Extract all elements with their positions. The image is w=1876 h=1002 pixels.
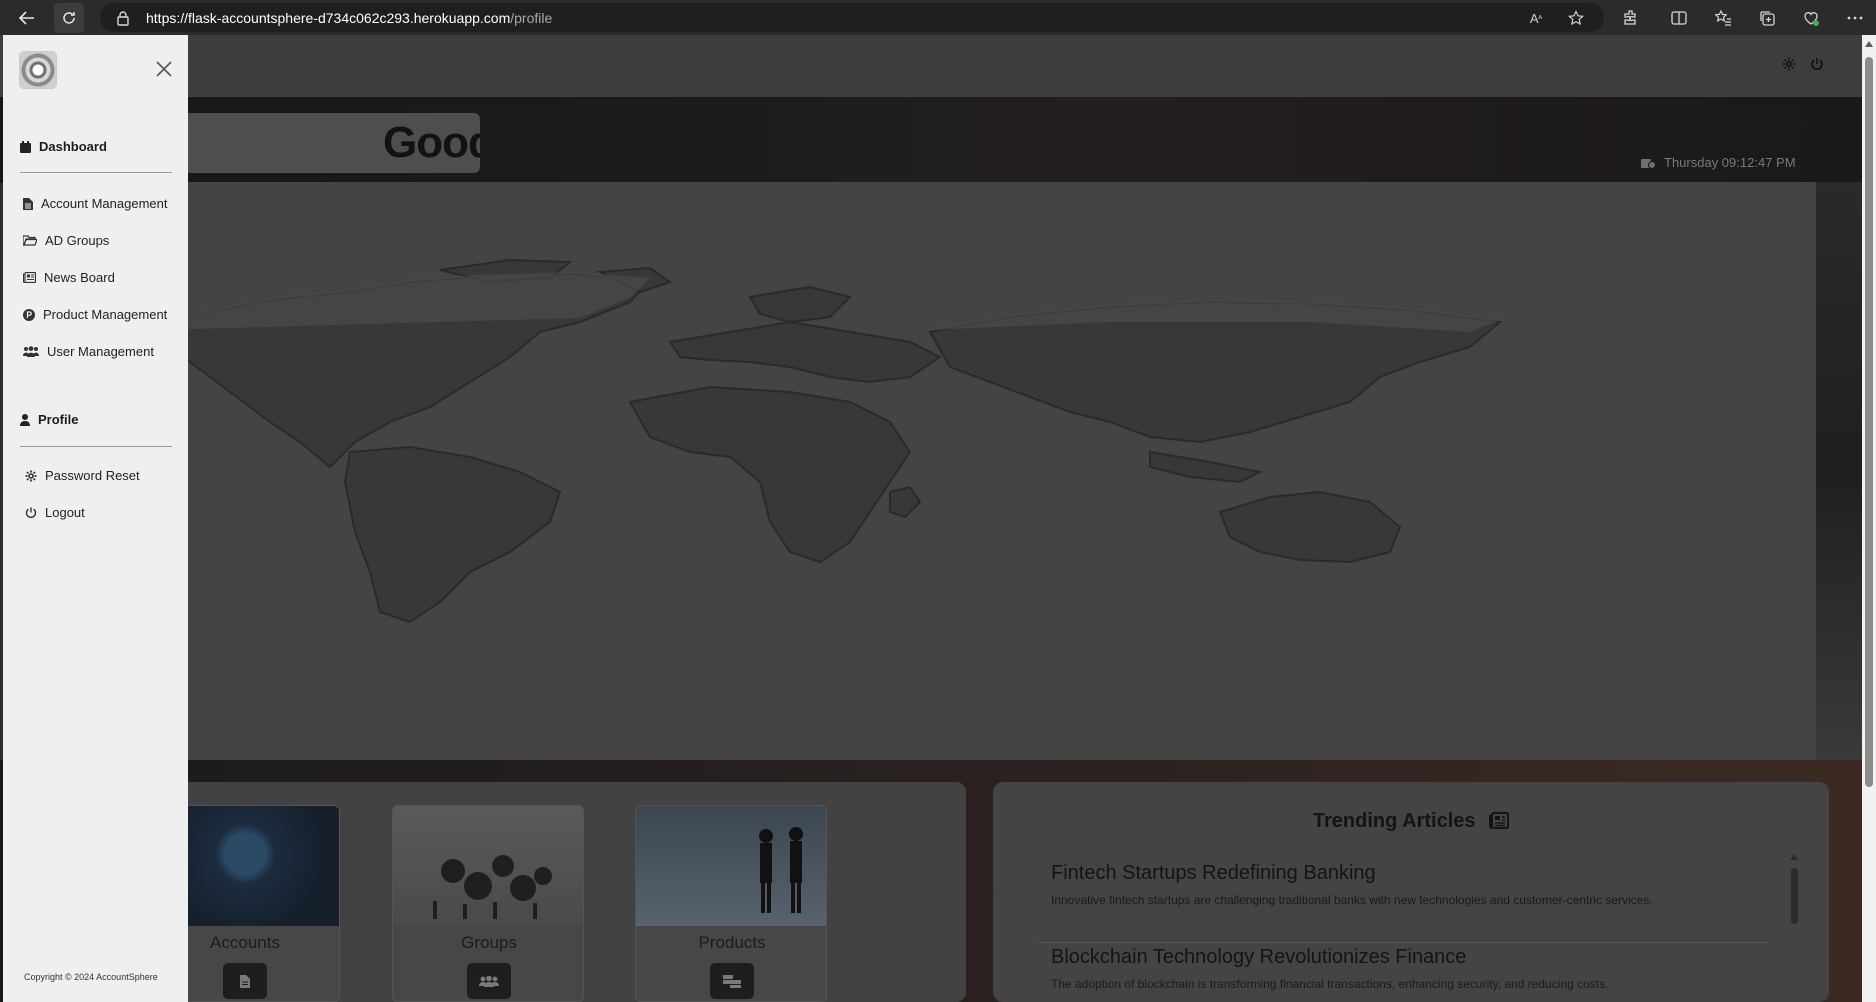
- newspaper-icon: [1489, 812, 1510, 829]
- app-logo[interactable]: [20, 52, 56, 88]
- sidebar-item-password-reset[interactable]: Password Reset: [25, 468, 140, 483]
- sidebar-item-label: Account Management: [41, 196, 168, 211]
- trending-title-text: Trending Articles: [1312, 810, 1476, 832]
- lock-icon: [116, 10, 132, 26]
- url-path: /profile: [510, 9, 553, 26]
- power-icon: [25, 507, 37, 518]
- more-options-icon[interactable]: [1844, 7, 1866, 29]
- extensions-icon[interactable]: [1620, 7, 1642, 29]
- page-content: Good Thursday 09:12:47 PM: [0, 35, 1862, 1002]
- greeting-text: Good: [383, 118, 480, 167]
- sidebar-item-label: Product Management: [43, 307, 168, 322]
- world-map-image: [150, 182, 1816, 760]
- url-host: https://flask-accountsphere-d734c062c293…: [146, 9, 511, 26]
- favorites-icon[interactable]: [1712, 7, 1734, 29]
- sidebar-item-label: AD Groups: [45, 233, 110, 248]
- sidebar-item-user-management[interactable]: User Management: [23, 344, 154, 359]
- sidebar-profile-label: Profile: [38, 412, 79, 427]
- article-title[interactable]: Blockchain Technology Revolutionizes Fin…: [1051, 946, 1781, 969]
- boxes-icon: [723, 975, 741, 988]
- sidebar-dashboard[interactable]: Dashboard: [20, 139, 107, 154]
- favorite-star-icon[interactable]: [1566, 8, 1586, 28]
- groups-button[interactable]: [467, 963, 511, 999]
- close-sidebar-button[interactable]: [154, 59, 176, 81]
- sidebar-item-label: User Management: [47, 344, 154, 359]
- article-title[interactable]: Fintech Startups Redefining Banking: [1051, 862, 1781, 885]
- split-screen-icon[interactable]: [1668, 7, 1690, 29]
- trending-articles-card: Trending Articles Fintech Startups Redef…: [993, 782, 1829, 1002]
- gear-icon: [25, 470, 37, 481]
- tile-label: Products: [698, 933, 766, 952]
- groups-tile[interactable]: Groups: [392, 805, 584, 1002]
- url-text: https://flask-accountsphere-d734c062c293…: [146, 10, 552, 26]
- sidebar-profile[interactable]: Profile: [20, 412, 78, 427]
- sidebar-item-logout[interactable]: Logout: [25, 505, 85, 520]
- top-navbar: [0, 35, 1862, 97]
- sidebar-item-label: Password Reset: [45, 468, 140, 483]
- products-tile[interactable]: Products: [635, 805, 827, 1002]
- sidebar-item-news-board[interactable]: News Board: [23, 270, 115, 285]
- sidebar-dashboard-label: Dashboard: [39, 139, 107, 154]
- sidebar-item-product-management[interactable]: Product Management: [23, 307, 167, 322]
- article-item[interactable]: Fintech Startups Redefining Banking Inno…: [1051, 862, 1781, 907]
- copyright-text: Copyright © 2024 AccountSphere: [24, 972, 158, 982]
- calendar-icon: [20, 140, 31, 153]
- sidebar-item-label: News Board: [44, 270, 115, 285]
- file-icon: [23, 197, 33, 210]
- clock-calendar-icon: [1641, 158, 1656, 169]
- scroll-thumb[interactable]: [1865, 57, 1873, 787]
- arrow-left-icon: [18, 10, 34, 25]
- article-summary: Innovative fintech startups are challeng…: [1051, 893, 1653, 907]
- trending-title: Trending Articles: [993, 810, 1829, 833]
- scroll-thumb[interactable]: [1791, 868, 1798, 924]
- datetime-text: Thursday 09:12:47 PM: [1664, 155, 1796, 170]
- products-image: [636, 806, 826, 926]
- sidebar-item-account-management[interactable]: Account Management: [23, 196, 167, 211]
- close-icon: [156, 61, 172, 77]
- sidebar-divider: [20, 172, 172, 173]
- products-button[interactable]: [710, 963, 754, 999]
- read-aloud-icon[interactable]: Aᴬ: [1526, 8, 1546, 28]
- users-icon: [23, 346, 39, 357]
- groups-image: [393, 806, 583, 926]
- article-divider: [1038, 942, 1768, 943]
- newspaper-icon: [23, 272, 36, 283]
- sidebar-item-label: Logout: [45, 505, 85, 520]
- product-hunt-icon: [23, 308, 35, 321]
- datetime-display: Thursday 09:12:47 PM: [1640, 155, 1796, 170]
- back-button[interactable]: [12, 3, 42, 33]
- articles-scrollbar[interactable]: [1788, 854, 1800, 1002]
- power-icon[interactable]: [1810, 57, 1826, 73]
- gear-icon[interactable]: [1782, 57, 1798, 73]
- reload-icon: [63, 11, 75, 24]
- users-icon: [479, 975, 499, 987]
- page-scrollbar[interactable]: [1862, 35, 1876, 1002]
- greeting-box: Good: [150, 113, 480, 173]
- sidebar: Dashboard Account Management AD Groups N…: [3, 35, 188, 1002]
- tile-label: Groups: [461, 933, 517, 952]
- browser-essentials-icon[interactable]: [1800, 7, 1822, 29]
- sidebar-item-ad-groups[interactable]: AD Groups: [23, 233, 109, 248]
- folder-open-icon: [23, 235, 37, 246]
- article-summary: The adoption of blockchain is transformi…: [1051, 977, 1609, 991]
- accounts-button[interactable]: [223, 963, 267, 999]
- file-icon: [240, 974, 250, 988]
- scroll-up-arrow[interactable]: [1790, 854, 1798, 860]
- reload-button[interactable]: [54, 2, 84, 33]
- background-strip: [1816, 182, 1862, 760]
- scroll-up-arrow[interactable]: [1865, 41, 1873, 47]
- article-item[interactable]: Blockchain Technology Revolutionizes Fin…: [1051, 946, 1781, 991]
- user-icon: [20, 413, 30, 426]
- sidebar-divider: [20, 446, 172, 447]
- collections-icon[interactable]: [1756, 7, 1778, 29]
- address-bar[interactable]: https://flask-accountsphere-d734c062c293…: [100, 3, 1604, 32]
